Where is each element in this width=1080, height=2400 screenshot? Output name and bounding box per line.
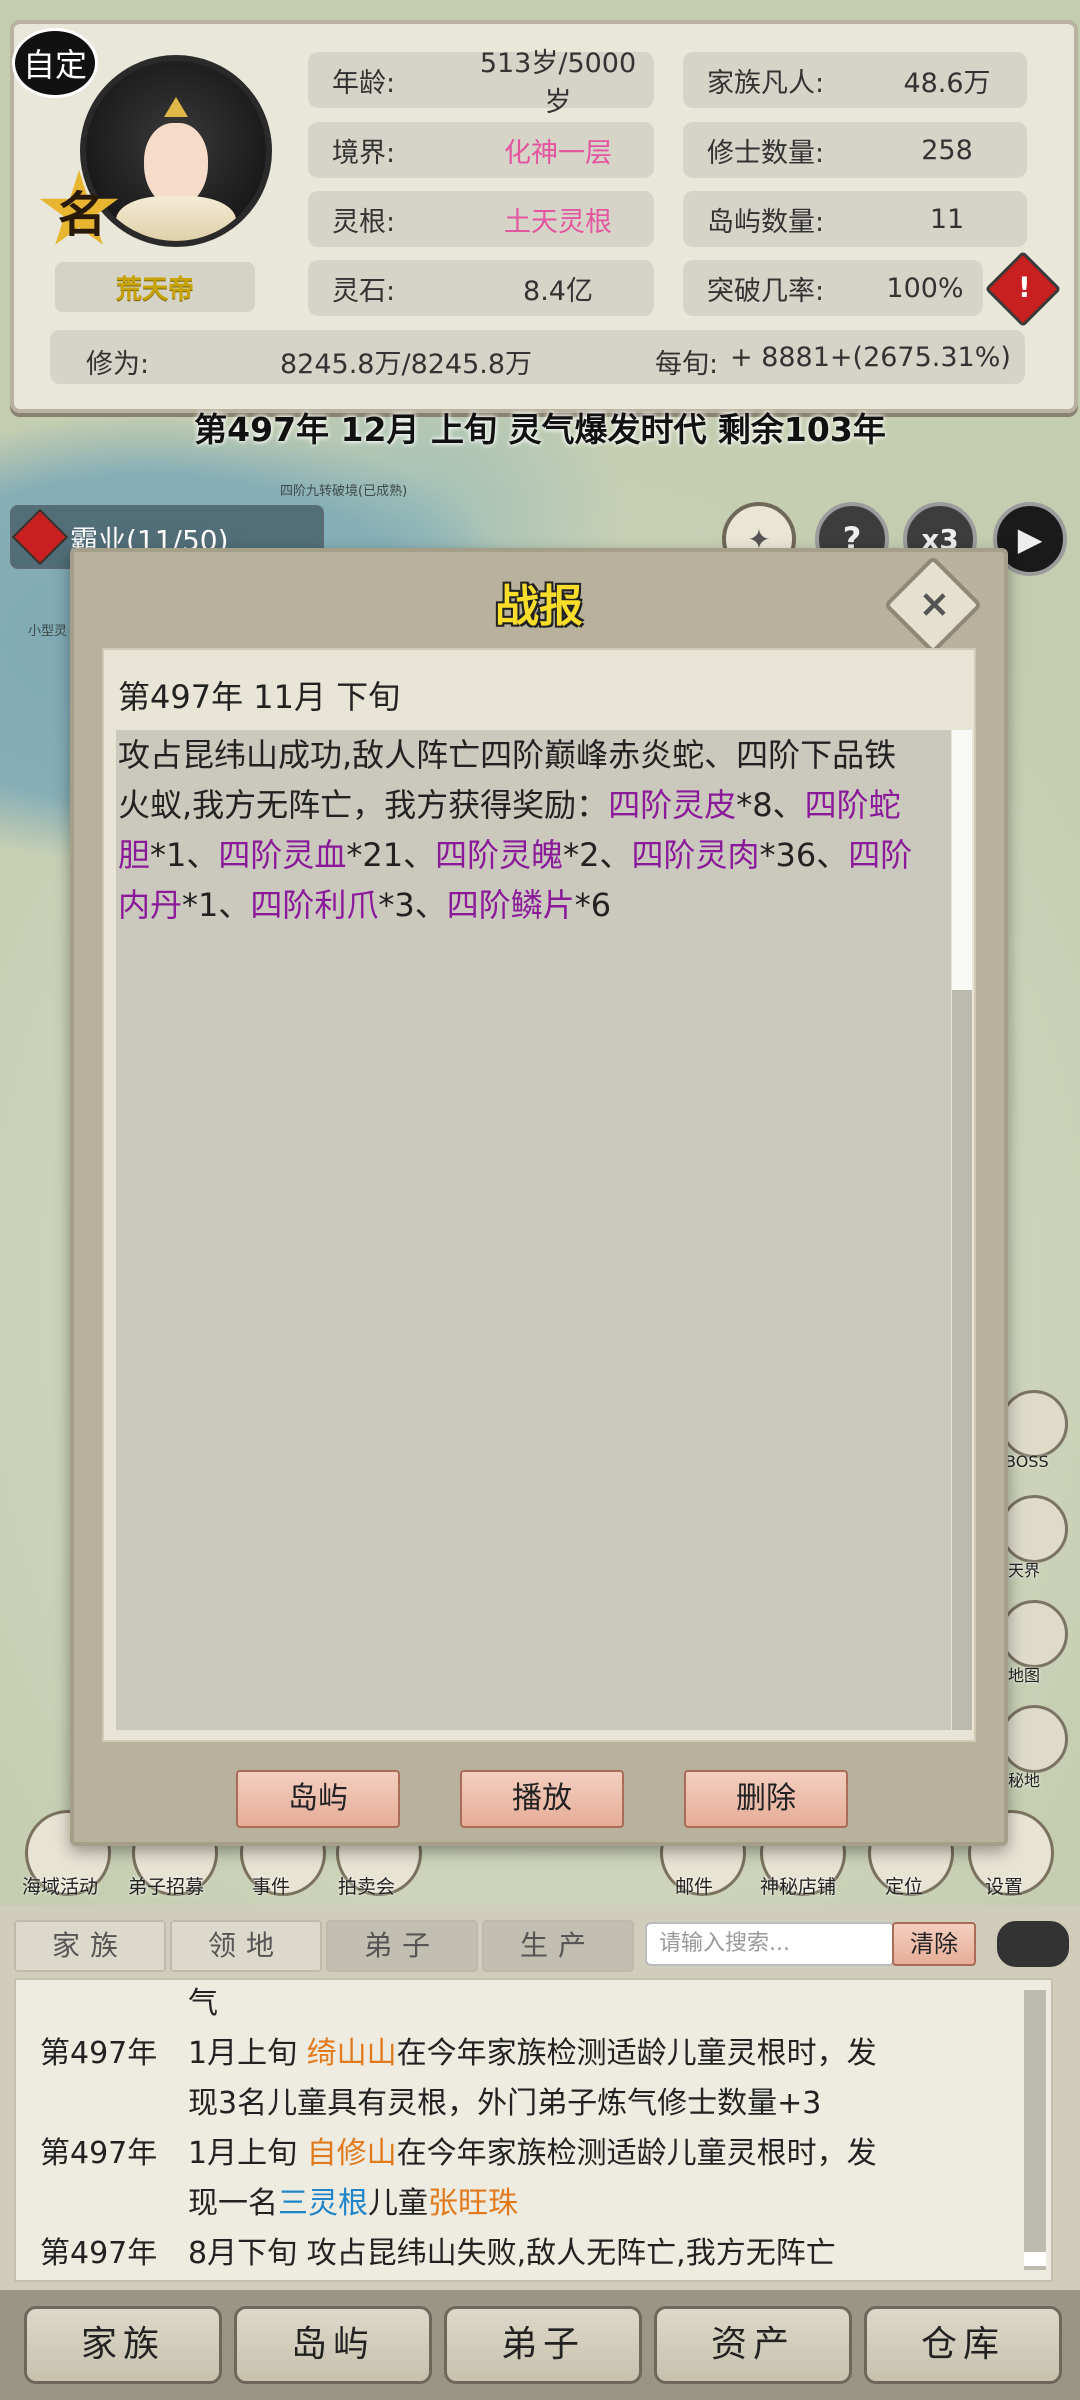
rename-star-label[interactable]: 名 xyxy=(52,180,112,243)
replay-button[interactable]: 播放 xyxy=(460,1770,624,1828)
reward-item: 四阶灵皮 xyxy=(608,786,737,824)
close-icon: × xyxy=(918,581,951,626)
reward-count: *2 xyxy=(563,836,600,874)
tab-disciples[interactable]: 弟子 xyxy=(326,1920,478,1972)
custom-badge[interactable]: 自定 xyxy=(12,28,98,98)
log-text: 气 xyxy=(188,1986,218,2021)
log-scrollbar[interactable] xyxy=(1024,1990,1046,2270)
reward-separator: 、 xyxy=(772,786,805,824)
log-text: 1月上旬 绮山山在今年家族检测适龄儿童灵根时，发 xyxy=(188,2030,1018,2078)
reward-count: *3 xyxy=(378,886,415,924)
reward-separator: 、 xyxy=(218,886,251,924)
log-text-part: 儿童 xyxy=(368,2186,428,2221)
log-child-name[interactable]: 张旺珠 xyxy=(428,2186,518,2221)
nav-family[interactable]: 家族 xyxy=(24,2306,222,2384)
log-text: 8月下旬 攻占昆纬山失败,敌人无阵亡,我方无阵亡 xyxy=(188,2236,836,2271)
nav-disciples[interactable]: 弟子 xyxy=(444,2306,642,2384)
log-text-part: 在今年家族检测适龄儿童灵根时，发 xyxy=(396,2136,877,2171)
reward-item: 四阶鳞片 xyxy=(446,886,575,924)
reward-separator: 、 xyxy=(414,886,447,924)
report-scroll-thumb[interactable] xyxy=(952,730,972,990)
delete-button[interactable]: 删除 xyxy=(684,1770,848,1828)
reward-separator: 、 xyxy=(599,836,632,874)
reward-item: 四阶灵魄 xyxy=(435,836,564,874)
reward-count: *21 xyxy=(346,836,404,874)
log-text-part: 1月上旬 xyxy=(188,2036,307,2071)
clear-button[interactable]: 清除 xyxy=(892,1922,976,1966)
log-year: 第497年 xyxy=(40,2236,158,2271)
reward-count: *8 xyxy=(736,786,773,824)
nav-warehouse[interactable]: 仓库 xyxy=(864,2306,1062,2384)
reward-count: *1 xyxy=(182,886,219,924)
island-button[interactable]: 岛屿 xyxy=(236,1770,400,1828)
tab-family[interactable]: 家族 xyxy=(14,1920,166,1972)
battle-report-dialog: 战报 × 第497年 11月 下旬 攻占昆纬山成功,敌人阵亡四阶巅峰赤炎蛇、四阶… xyxy=(70,548,1008,1846)
event-log-list[interactable]: 气 第497年 1月上旬 绮山山在今年家族检测适龄儿童灵根时，发 现3名儿童具有… xyxy=(14,1978,1053,2282)
log-scroll-thumb[interactable] xyxy=(1024,2252,1046,2266)
reward-separator: 、 xyxy=(186,836,219,874)
log-text-part: 在今年家族检测适龄儿童灵根时，发 xyxy=(396,2036,877,2071)
log-text: 1月上旬 自修山在今年家族检测适龄儿童灵根时，发 xyxy=(188,2130,1018,2178)
tab-production[interactable]: 生产 xyxy=(482,1920,634,1972)
log-place[interactable]: 自修山 xyxy=(307,2136,397,2171)
log-search-input[interactable]: 请输入搜索... xyxy=(645,1922,895,1966)
log-place[interactable]: 绮山山 xyxy=(307,2036,397,2071)
menu-toggle-icon[interactable] xyxy=(994,1918,1072,1970)
report-text[interactable]: 攻占昆纬山成功,敌人阵亡四阶巅峰赤炎蛇、四阶下品铁火蚁,我方无阵亡，我方获得奖励… xyxy=(116,730,951,1730)
log-year: 第497年 xyxy=(40,2136,158,2171)
reward-item: 四阶灵肉 xyxy=(631,836,760,874)
nav-islands[interactable]: 岛屿 xyxy=(234,2306,432,2384)
tab-territory[interactable]: 领地 xyxy=(170,1920,322,1972)
dialog-title: 战报 xyxy=(495,581,583,632)
reward-count: *1 xyxy=(150,836,187,874)
reward-item: 四阶利爪 xyxy=(250,886,379,924)
log-year: 第497年 xyxy=(40,2036,158,2071)
log-text: 现3名儿童具有灵根，外门弟子炼气修士数量+3 xyxy=(188,2086,822,2121)
reward-count: *6 xyxy=(574,886,612,924)
reward-separator: 、 xyxy=(403,836,436,874)
log-text: 现一名三灵根儿童张旺珠 xyxy=(188,2180,1018,2228)
reward-count: *36 xyxy=(759,836,817,874)
report-date: 第497年 11月 下旬 xyxy=(118,678,401,716)
reward-separator: 、 xyxy=(816,836,849,874)
log-text-part: 1月上旬 xyxy=(188,2136,307,2171)
report-body: 第497年 11月 下旬 攻占昆纬山成功,敌人阵亡四阶巅峰赤炎蛇、四阶下品铁火蚁… xyxy=(102,648,976,1742)
reward-item: 四阶灵血 xyxy=(218,836,347,874)
nav-assets[interactable]: 资产 xyxy=(654,2306,852,2384)
log-root[interactable]: 三灵根 xyxy=(278,2186,368,2221)
log-text-part: 现一名 xyxy=(188,2186,278,2221)
